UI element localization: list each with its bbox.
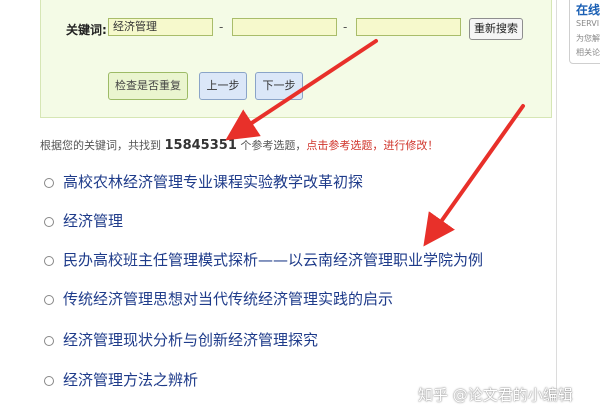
result-count: 15845351 [164, 138, 237, 153]
service-title: 在线 [576, 3, 600, 17]
service-line: 相关论 [576, 48, 600, 57]
result-title[interactable]: 经济管理现状分析与创新经济管理探究 [63, 331, 318, 349]
research-button[interactable]: 重新搜索 [469, 18, 523, 40]
radio-button[interactable] [44, 336, 54, 346]
keyword-input-3[interactable] [356, 18, 461, 36]
service-line: 为您解 [576, 34, 600, 43]
keyword-label: 关键词: [66, 23, 107, 37]
sidebar-divider [556, 0, 557, 400]
result-title[interactable]: 高校农林经济管理专业课程实验教学改革初探 [63, 173, 363, 191]
watermark: 知乎 @论文君的小编辑 [418, 386, 573, 404]
summary-prefix: 根据您的关键词，共找到 [40, 139, 161, 152]
keyword-input-1[interactable]: 经济管理 [108, 18, 213, 36]
result-title[interactable]: 传统经济管理思想对当代传统经济管理实践的启示 [63, 290, 393, 308]
keyword-separator: - [343, 20, 348, 34]
result-summary: 根据您的关键词，共找到 15845351 个参考选题，点击参考选题，进行修改！ [40, 137, 438, 153]
next-step-button[interactable]: 下一步 [255, 72, 303, 100]
radio-button[interactable] [44, 376, 54, 386]
result-title[interactable]: 经济管理 [63, 212, 123, 230]
radio-button[interactable] [44, 295, 54, 305]
online-service-widget[interactable]: 在线 SERVI 为您解 相关论 [569, 0, 600, 64]
summary-hint: 点击参考选题，进行修改！ [306, 139, 439, 152]
radio-button[interactable] [44, 217, 54, 227]
keyword-separator: - [219, 20, 224, 34]
prev-step-button[interactable]: 上一步 [199, 72, 247, 100]
check-duplicate-button[interactable]: 检查是否重复 [108, 72, 188, 100]
result-title[interactable]: 民办高校班主任管理模式探析——以云南经济管理职业学院为例 [63, 251, 483, 269]
summary-middle: 个参考选题， [240, 139, 307, 152]
result-title[interactable]: 经济管理方法之辨析 [63, 371, 198, 389]
radio-button[interactable] [44, 178, 54, 188]
radio-button[interactable] [44, 256, 54, 266]
red-arrow-2 [423, 104, 525, 247]
service-line: SERVI [576, 19, 600, 28]
keyword-input-2[interactable] [232, 18, 337, 36]
